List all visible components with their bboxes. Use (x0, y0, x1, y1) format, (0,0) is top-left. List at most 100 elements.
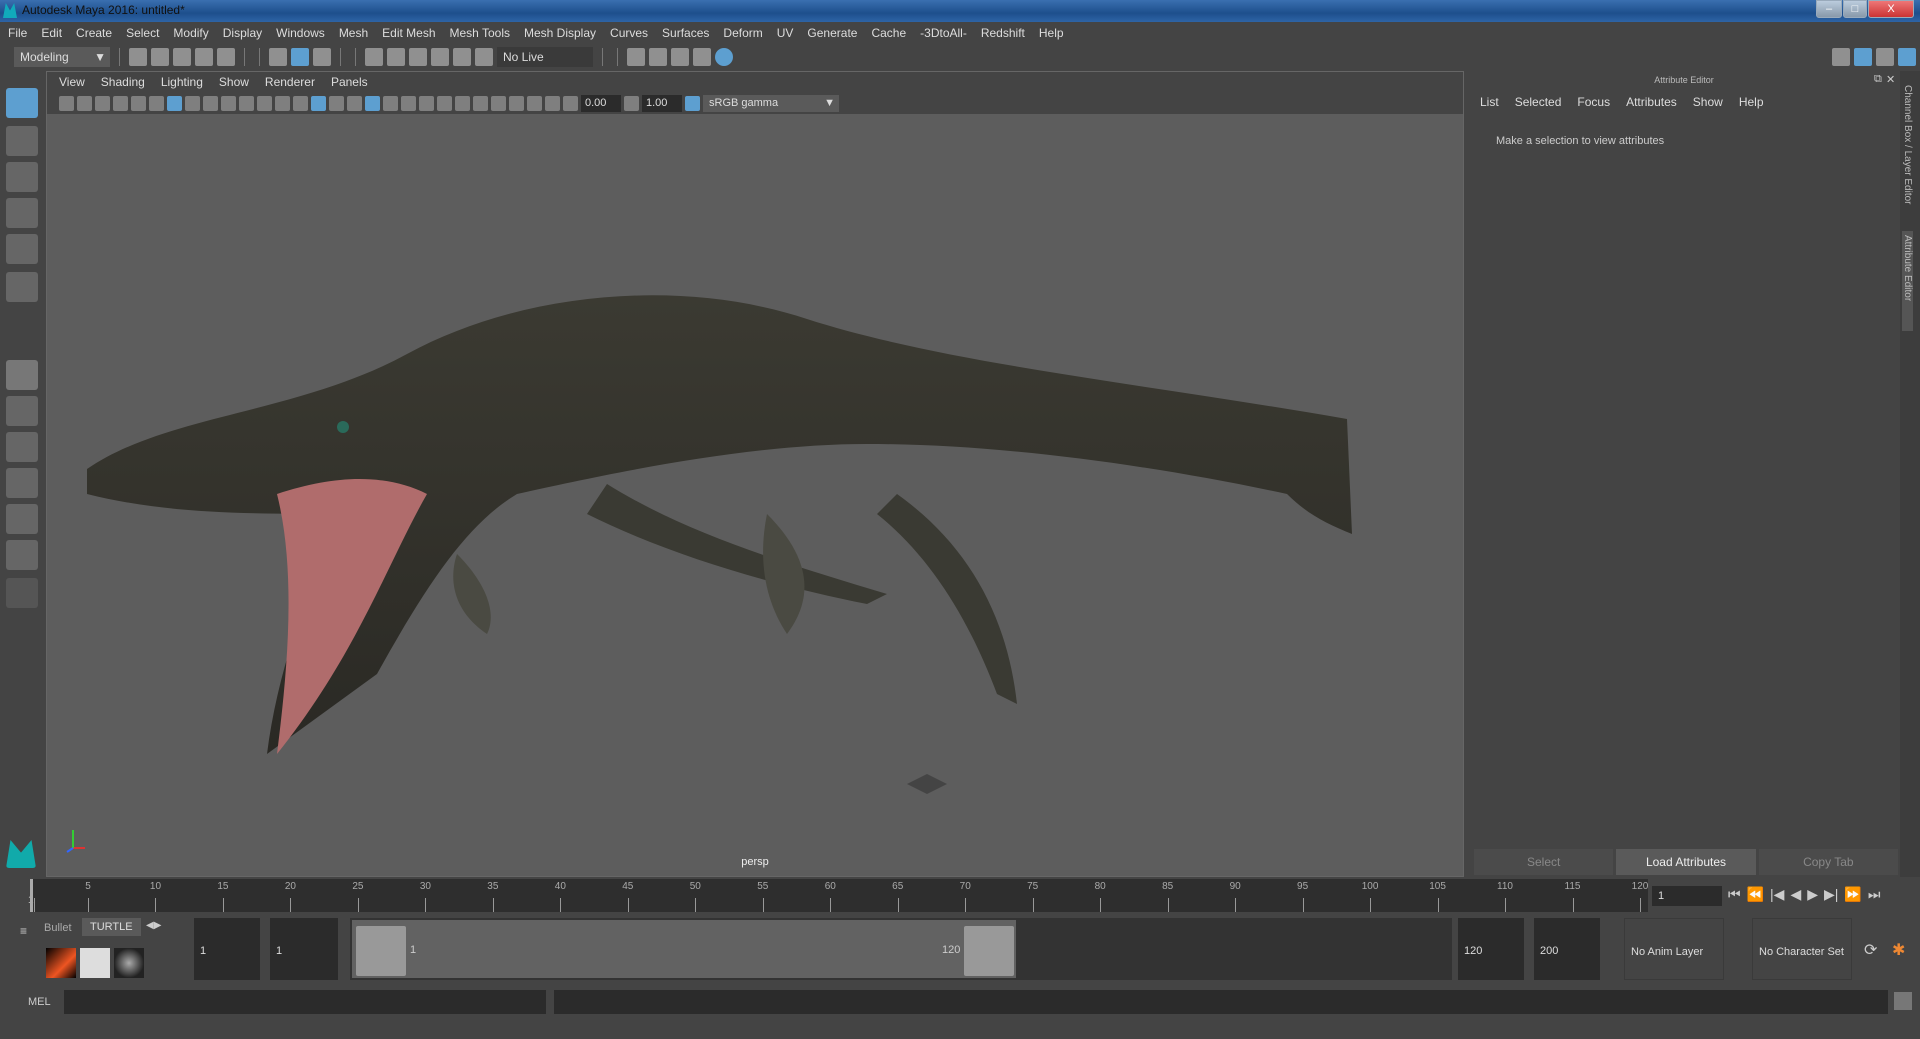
xray-joints-icon[interactable] (527, 95, 542, 111)
channel-box-toggle-icon[interactable] (1898, 48, 1916, 66)
rotate-tool-icon[interactable] (6, 234, 38, 264)
scene-end-field[interactable]: 200 (1534, 918, 1600, 980)
close-panel-icon[interactable]: ✕ (1886, 73, 1895, 86)
menu-3dtoall[interactable]: -3DtoAll- (920, 26, 967, 40)
panel-menu-shading[interactable]: Shading (101, 75, 145, 89)
menu-mesh-tools[interactable]: Mesh Tools (450, 26, 510, 40)
step-back-frame-icon[interactable]: |◀ (1770, 886, 1784, 903)
menu-curves[interactable]: Curves (610, 26, 648, 40)
current-frame-field[interactable]: 1 (1652, 886, 1722, 906)
safe-title-icon[interactable] (275, 95, 290, 111)
close-button[interactable]: X (1868, 0, 1914, 18)
exposure-field[interactable]: 0.00 (581, 94, 621, 112)
ae-menu-list[interactable]: List (1480, 95, 1499, 109)
hypershade-icon[interactable] (715, 48, 733, 66)
anti-aliasing-icon[interactable] (455, 95, 470, 111)
render-view-icon[interactable] (627, 48, 645, 66)
menu-generate[interactable]: Generate (807, 26, 857, 40)
select-component-icon[interactable] (313, 48, 331, 66)
lasso-tool-icon[interactable] (6, 126, 38, 156)
save-scene-icon[interactable] (173, 48, 191, 66)
move-tool-icon[interactable] (6, 198, 38, 228)
snap-view-icon[interactable] (431, 48, 449, 66)
xray-icon[interactable] (509, 95, 524, 111)
menu-mesh[interactable]: Mesh (339, 26, 368, 40)
menu-select[interactable]: Select (126, 26, 159, 40)
snap-live-icon[interactable] (475, 48, 493, 66)
menu-redshift[interactable]: Redshift (981, 26, 1025, 40)
script-editor-icon[interactable] (1894, 992, 1912, 1010)
menu-edit[interactable]: Edit (41, 26, 62, 40)
four-view-layout-icon[interactable] (6, 396, 38, 426)
range-slider[interactable]: 1 120 (350, 918, 1452, 980)
turtle-sphere-icon[interactable] (114, 948, 144, 978)
turtle-render-icon[interactable] (46, 948, 76, 978)
playback-end-field[interactable]: 120 (1458, 918, 1524, 980)
step-forward-key-icon[interactable]: ⏩ (1844, 886, 1861, 903)
ipr-render-icon[interactable] (671, 48, 689, 66)
shelf-tab-turtle[interactable]: TURTLE (82, 918, 141, 936)
menu-mesh-display[interactable]: Mesh Display (524, 26, 596, 40)
copy-tab-button[interactable]: Copy Tab (1758, 849, 1898, 875)
gamma-field[interactable]: 1.00 (642, 94, 682, 112)
ae-menu-selected[interactable]: Selected (1515, 95, 1562, 109)
play-forwards-icon[interactable]: ▶ (1807, 886, 1818, 903)
ae-menu-focus[interactable]: Focus (1577, 95, 1610, 109)
float-panel-icon[interactable]: ⧉ (1874, 73, 1882, 86)
hypershade-layout-icon[interactable] (6, 540, 38, 570)
select-button[interactable]: Select (1474, 849, 1614, 875)
go-to-end-icon[interactable]: ⏭ (1868, 886, 1881, 903)
shelf-scroll-icon[interactable]: ◀▶ (146, 920, 161, 931)
snap-curve-icon[interactable] (387, 48, 405, 66)
textured-icon[interactable] (365, 95, 380, 111)
field-chart-icon[interactable] (239, 95, 254, 111)
mode-dropdown[interactable]: Modeling ▼ (14, 47, 110, 67)
resolution-gate-icon[interactable] (203, 95, 218, 111)
human-ik-icon[interactable] (1854, 48, 1872, 66)
panel-menu-lighting[interactable]: Lighting (161, 75, 203, 89)
outliner-layout-icon[interactable] (6, 504, 38, 534)
step-forward-frame-icon[interactable]: ▶| (1824, 886, 1838, 903)
3d-scene[interactable] (47, 114, 1463, 876)
2d-pan-icon[interactable] (131, 95, 146, 111)
snap-point-icon[interactable] (409, 48, 427, 66)
menu-help[interactable]: Help (1039, 26, 1064, 40)
character-set-dropdown[interactable]: No Character Set (1752, 918, 1852, 980)
exposure-icon[interactable] (563, 95, 578, 111)
anim-layer-dropdown[interactable]: No Anim Layer (1624, 918, 1724, 980)
motion-blur-icon[interactable] (437, 95, 452, 111)
gamma-icon[interactable] (624, 95, 639, 111)
modeling-toolkit-icon[interactable] (1832, 48, 1850, 66)
menu-modify[interactable]: Modify (173, 26, 208, 40)
film-gate-icon[interactable] (185, 95, 200, 111)
side-by-side-layout-icon[interactable] (6, 432, 38, 462)
panel-menu-panels[interactable]: Panels (331, 75, 368, 89)
grease-pencil-icon[interactable] (149, 95, 164, 111)
redo-icon[interactable] (217, 48, 235, 66)
animation-prefs-icon[interactable]: ✱ (1892, 940, 1905, 960)
maximize-button[interactable]: □ (1843, 0, 1867, 18)
mel-label[interactable]: MEL (28, 996, 51, 1008)
wireframe-on-shaded-icon[interactable] (347, 95, 362, 111)
depth-of-field-icon[interactable] (473, 95, 488, 111)
bookmark-icon[interactable] (95, 95, 110, 111)
menu-windows[interactable]: Windows (276, 26, 325, 40)
live-surface-field[interactable]: No Live Surface (497, 47, 593, 84)
smooth-shade-icon[interactable] (311, 95, 326, 111)
mel-input[interactable] (64, 990, 546, 1014)
time-slider[interactable]: 1 51015202530354045505560657075808590951… (28, 879, 1648, 912)
image-plane-icon[interactable] (113, 95, 128, 111)
go-to-start-icon[interactable]: ⏮ (1728, 886, 1741, 903)
panel-menu-show[interactable]: Show (219, 75, 249, 89)
auto-key-icon[interactable]: ⟳ (1864, 940, 1877, 960)
tab-attribute-editor[interactable]: Attribute Editor (1902, 231, 1913, 331)
render-frame-icon[interactable] (649, 48, 667, 66)
more-layouts-icon[interactable] (6, 578, 38, 608)
lights-icon[interactable] (383, 95, 398, 111)
minimize-button[interactable]: ‒ (1816, 0, 1842, 18)
camera-icon[interactable] (59, 95, 74, 111)
tab-channel-box[interactable]: Channel Box / Layer Editor (1902, 81, 1913, 209)
select-object-icon[interactable] (291, 48, 309, 66)
isolate-select-icon[interactable] (491, 95, 506, 111)
snap-surface-icon[interactable] (453, 48, 471, 66)
